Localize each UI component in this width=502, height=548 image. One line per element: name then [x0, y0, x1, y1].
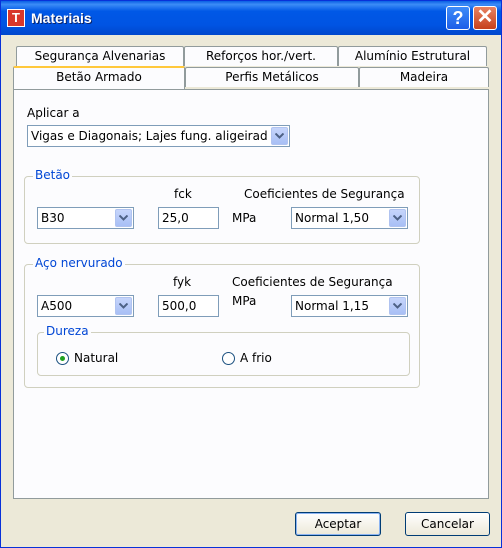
chevron-down-icon[interactable] — [115, 297, 132, 315]
chevron-down-icon[interactable] — [389, 297, 406, 315]
steel-grade-select[interactable]: A500 — [37, 295, 134, 317]
steel-grade-value: A500 — [41, 299, 73, 313]
fyk-input[interactable]: 500,0 — [158, 295, 219, 317]
radio-a-frio-label[interactable]: A frio — [240, 351, 272, 365]
radio-natural[interactable] — [56, 352, 69, 365]
steel-safety-label: Coeficientes de Segurança — [232, 275, 393, 289]
concrete-grade-select[interactable]: B30 — [37, 207, 134, 229]
steel-unit-label: MPa — [232, 294, 257, 308]
steel-group-title: Aço nervurado — [33, 256, 125, 270]
chevron-down-icon[interactable] — [271, 127, 288, 145]
fck-value: 25,0 — [162, 211, 189, 225]
accept-button[interactable]: Aceptar — [295, 512, 381, 536]
radio-natural-label[interactable]: Natural — [74, 351, 118, 365]
window-title: Materiais — [31, 10, 92, 26]
radio-selected-dot — [60, 356, 65, 361]
concrete-unit-label: MPa — [232, 211, 257, 225]
help-button[interactable]: ? — [446, 6, 470, 30]
close-button[interactable]: ✕ — [473, 6, 497, 30]
apply-to-value: Vigas e Diagonais; Lajes fung. aligeirad — [31, 129, 268, 143]
chevron-down-icon[interactable] — [115, 209, 132, 227]
steel-safety-value: Normal 1,15 — [295, 299, 369, 313]
fck-input[interactable]: 25,0 — [158, 207, 219, 229]
fck-label: fck — [174, 187, 192, 201]
concrete-safety-label: Coeficientes de Segurança — [244, 187, 405, 201]
apply-to-label: Aplicar a — [27, 106, 80, 120]
tab-aluminio-estrutural[interactable]: Alumínio Estrutural — [338, 46, 487, 66]
apply-to-select[interactable]: Vigas e Diagonais; Lajes fung. aligeirad — [27, 125, 290, 147]
fyk-label: fyk — [173, 275, 192, 289]
cancel-button[interactable]: Cancelar — [405, 512, 490, 536]
concrete-safety-value: Normal 1,50 — [295, 211, 369, 225]
steel-safety-select[interactable]: Normal 1,15 — [291, 295, 408, 317]
concrete-group-title: Betão — [33, 168, 73, 182]
materials-dialog: T Materiais ? ✕ Segurança Alvenarias Ref… — [0, 0, 502, 548]
concrete-grade-value: B30 — [41, 211, 65, 225]
hardness-group-title: Dureza — [44, 324, 91, 338]
concrete-safety-select[interactable]: Normal 1,50 — [291, 207, 408, 229]
app-icon: T — [7, 9, 25, 27]
tab-perfis-metalicos[interactable]: Perfis Metálicos — [185, 67, 359, 87]
radio-a-frio[interactable] — [222, 352, 235, 365]
tab-betao-armado[interactable]: Betão Armado — [13, 66, 185, 89]
tab-seguranca-alvenarias[interactable]: Segurança Alvenarias — [16, 46, 184, 66]
tab-panel: Aplicar a Vigas e Diagonais; Lajes fung.… — [13, 89, 489, 499]
tab-reforcos[interactable]: Reforços hor./vert. — [184, 46, 338, 66]
chevron-down-icon[interactable] — [389, 209, 406, 227]
title-bar[interactable]: T Materiais ? ✕ — [1, 1, 501, 35]
fyk-value: 500,0 — [162, 299, 197, 313]
tab-madeira[interactable]: Madeira — [359, 67, 489, 87]
